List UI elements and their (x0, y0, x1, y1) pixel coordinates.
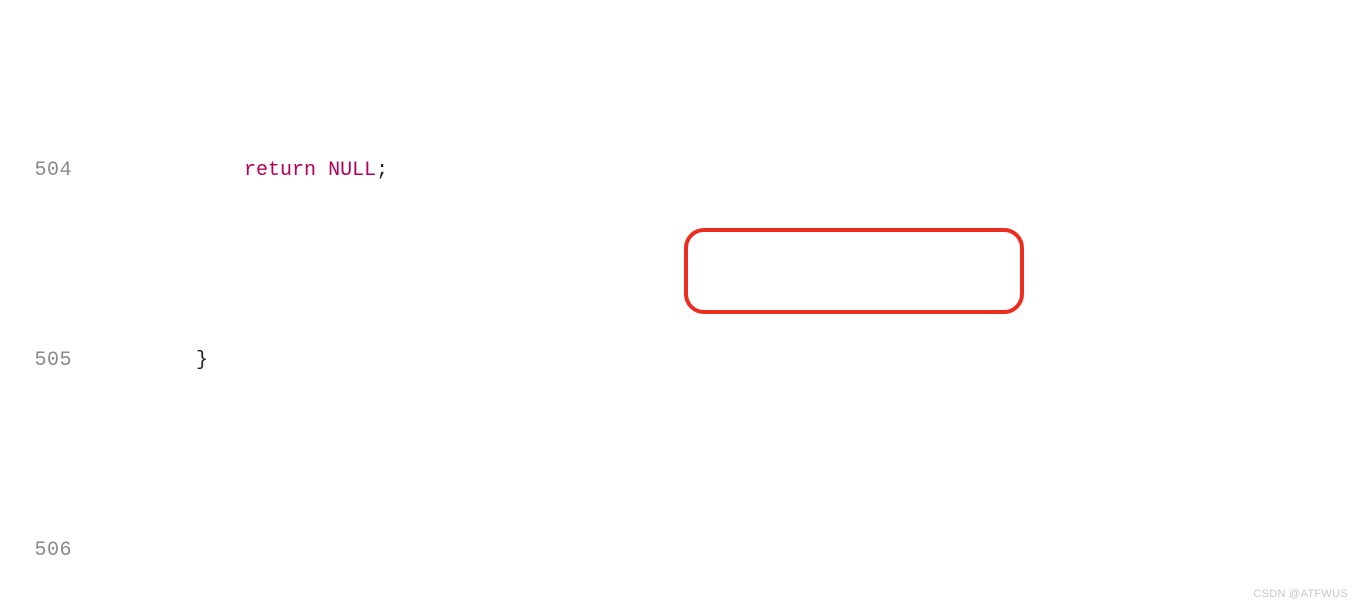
code-block: 504 return NULL; 505 } 506 507 if (k == … (0, 0, 1358, 606)
code-line: 505 } (0, 342, 1358, 380)
brace-close: } (196, 349, 208, 372)
line-number: 504 (0, 152, 100, 190)
watermark: CSDN @ATFWUS (1253, 588, 1348, 600)
code-line: 504 return NULL; (0, 152, 1358, 190)
code-content: return NULL; (100, 152, 1358, 190)
keyword-return: return (244, 159, 316, 182)
null-literal: NULL (328, 159, 376, 182)
code-line: 506 (0, 532, 1358, 570)
line-number: 505 (0, 342, 100, 380)
semicolon: ; (376, 159, 388, 182)
highlight-annotation (684, 228, 1024, 314)
code-content: } (100, 342, 1358, 380)
line-number: 506 (0, 532, 100, 570)
